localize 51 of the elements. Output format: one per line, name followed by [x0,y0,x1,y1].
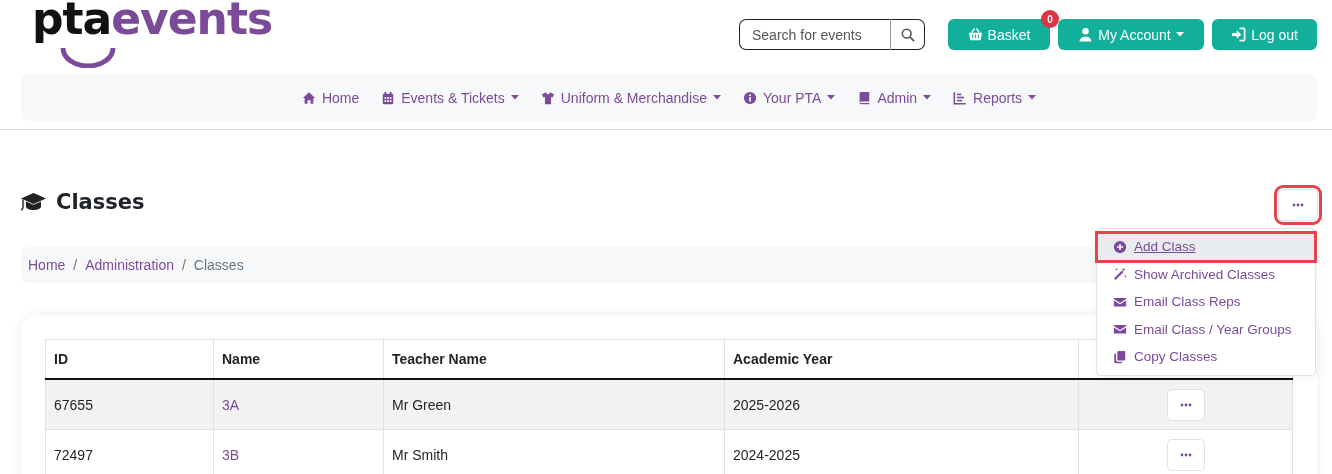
menu-item[interactable]: Show Archived Classes [1097,260,1315,288]
copy-icon [1113,349,1127,364]
menu-item[interactable]: Copy Classes [1097,343,1315,371]
table-cell: 72497 [45,429,214,474]
breadcrumb-separator: / [73,257,78,273]
smile-icon [60,46,116,68]
search-icon[interactable] [900,27,915,42]
plus-icon [1113,239,1127,254]
breadcrumb-link[interactable]: Home [28,257,66,273]
class-link[interactable]: 3A [222,396,240,413]
nav-link[interactable]: Admin [857,89,932,106]
ellipsis-icon [1179,402,1192,407]
caret-icon [1028,95,1037,100]
class-link[interactable]: 3B [222,446,240,463]
table-cell: 67655 [45,379,214,430]
ellipsis-icon [1179,452,1192,457]
logo-text: ptaevents [32,0,273,46]
calendar-icon [381,90,396,105]
breadcrumb-link[interactable]: Administration [85,257,174,273]
magic-wand-icon [1113,267,1127,282]
caret-icon [713,95,721,100]
search-field[interactable]: Search for events [739,19,891,50]
breadcrumb-separator: / [181,257,186,273]
table-cell: 2025-2026 [724,379,1079,430]
caret-icon [827,95,836,100]
ellipsis-icon [1292,203,1304,207]
menu-item[interactable]: Add Class [1097,233,1315,261]
caret-icon [923,95,932,100]
caret-icon [510,95,519,100]
row-actions-button[interactable] [1166,388,1205,421]
login-icon [1231,27,1247,42]
nav-link[interactable]: Your PTA [743,89,836,106]
table-cell: Mr Green [383,379,725,430]
basket-icon [967,27,983,42]
home-icon [301,90,316,105]
nav-link[interactable]: Events & Tickets [381,89,519,106]
info-icon [743,90,757,105]
caret-icon [1175,32,1184,37]
count-badge: 0 [1041,10,1059,28]
user-icon [1078,27,1094,42]
nav-link[interactable]: Uniform & Merchandise [540,89,721,106]
book-icon [857,90,872,105]
row-actions-button[interactable] [1166,438,1205,471]
graduation-cap-icon [20,192,47,212]
nav-link[interactable]: Reports [953,89,1037,106]
nav-link[interactable]: Home [301,89,360,106]
shirt-icon [540,90,555,105]
chart-icon [953,90,968,105]
page-title: Classes [56,190,145,214]
menu-item[interactable]: Email Class / Year Groups [1097,315,1315,343]
menu-item[interactable]: Email Class Reps [1097,288,1315,316]
